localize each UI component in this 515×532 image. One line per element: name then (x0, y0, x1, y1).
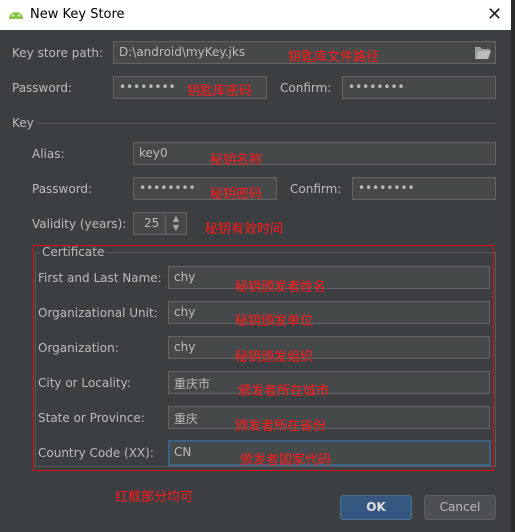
key-separator (36, 123, 496, 124)
annotation-org: 秘钥颁发组织 (235, 350, 314, 365)
close-icon[interactable]: ✕ (487, 4, 502, 25)
cancel-button[interactable]: Cancel (424, 495, 496, 520)
alias-input[interactable]: key0 (133, 142, 496, 165)
annotation-path: 钥匙库文件路径 (288, 50, 380, 65)
key-section-label: Key (12, 116, 34, 130)
annotation-city: 颁发者所在城市 (238, 384, 330, 399)
spinner-arrows-icon[interactable]: ▲ ▼ (165, 213, 186, 234)
annotation-country: 颁发者国家代码 (240, 453, 332, 468)
cert-org-input[interactable]: chy (168, 336, 490, 359)
annotation-unit: 秘钥颁发单位 (235, 314, 314, 329)
cert-state-input[interactable]: 重庆 (168, 406, 490, 429)
keystore-confirm-input[interactable]: •••••••• (342, 76, 496, 99)
key-confirm-label: Confirm: (290, 182, 342, 196)
annotation-footer: 红框部分均可 (115, 490, 194, 505)
cert-org-label: Organization: (38, 341, 119, 355)
annotation-state: 颁发者所在省份 (235, 419, 327, 434)
annotation-store-password: 钥匙库密码 (187, 84, 253, 99)
validity-label: Validity (years): (32, 217, 127, 231)
ok-button[interactable]: OK (340, 495, 412, 520)
window-edge (511, 0, 515, 532)
android-icon (9, 12, 23, 19)
annotation-key-password: 秘钥密码 (210, 187, 263, 202)
window-title: New Key Store (30, 7, 125, 22)
cert-name-input[interactable]: chy (168, 266, 490, 289)
keystore-path-label: Key store path: (12, 46, 104, 60)
annotation-validity: 秘钥有效时间 (205, 222, 284, 237)
cert-name-label: First and Last Name: (38, 271, 162, 285)
validity-spinner[interactable]: 25 ▲ ▼ (133, 212, 187, 235)
cert-unit-input[interactable]: chy (168, 301, 490, 324)
annotation-name: 秘钥颁发者姓名 (235, 280, 327, 295)
key-password-label: Password: (32, 182, 93, 196)
cert-city-label: City or Locality: (38, 376, 131, 390)
alias-label: Alias: (32, 147, 65, 161)
annotation-alias: 秘钥名称 (210, 153, 263, 168)
title-bar: New Key Store ✕ (0, 0, 511, 30)
folder-icon[interactable] (475, 46, 491, 59)
keystore-path-value: D:\android\myKey.jks (119, 45, 246, 59)
keystore-password-label: Password: (12, 81, 73, 95)
new-key-store-dialog: New Key Store ✕ Key store path: D:\andro… (0, 0, 515, 532)
cert-country-label: Country Code (XX): (38, 446, 154, 460)
keystore-confirm-label: Confirm: (280, 81, 332, 95)
validity-value: 25 (144, 216, 160, 230)
key-confirm-input[interactable]: •••••••• (352, 177, 496, 200)
cert-unit-label: Organizational Unit: (38, 306, 158, 320)
cert-state-label: State or Province: (38, 411, 145, 425)
